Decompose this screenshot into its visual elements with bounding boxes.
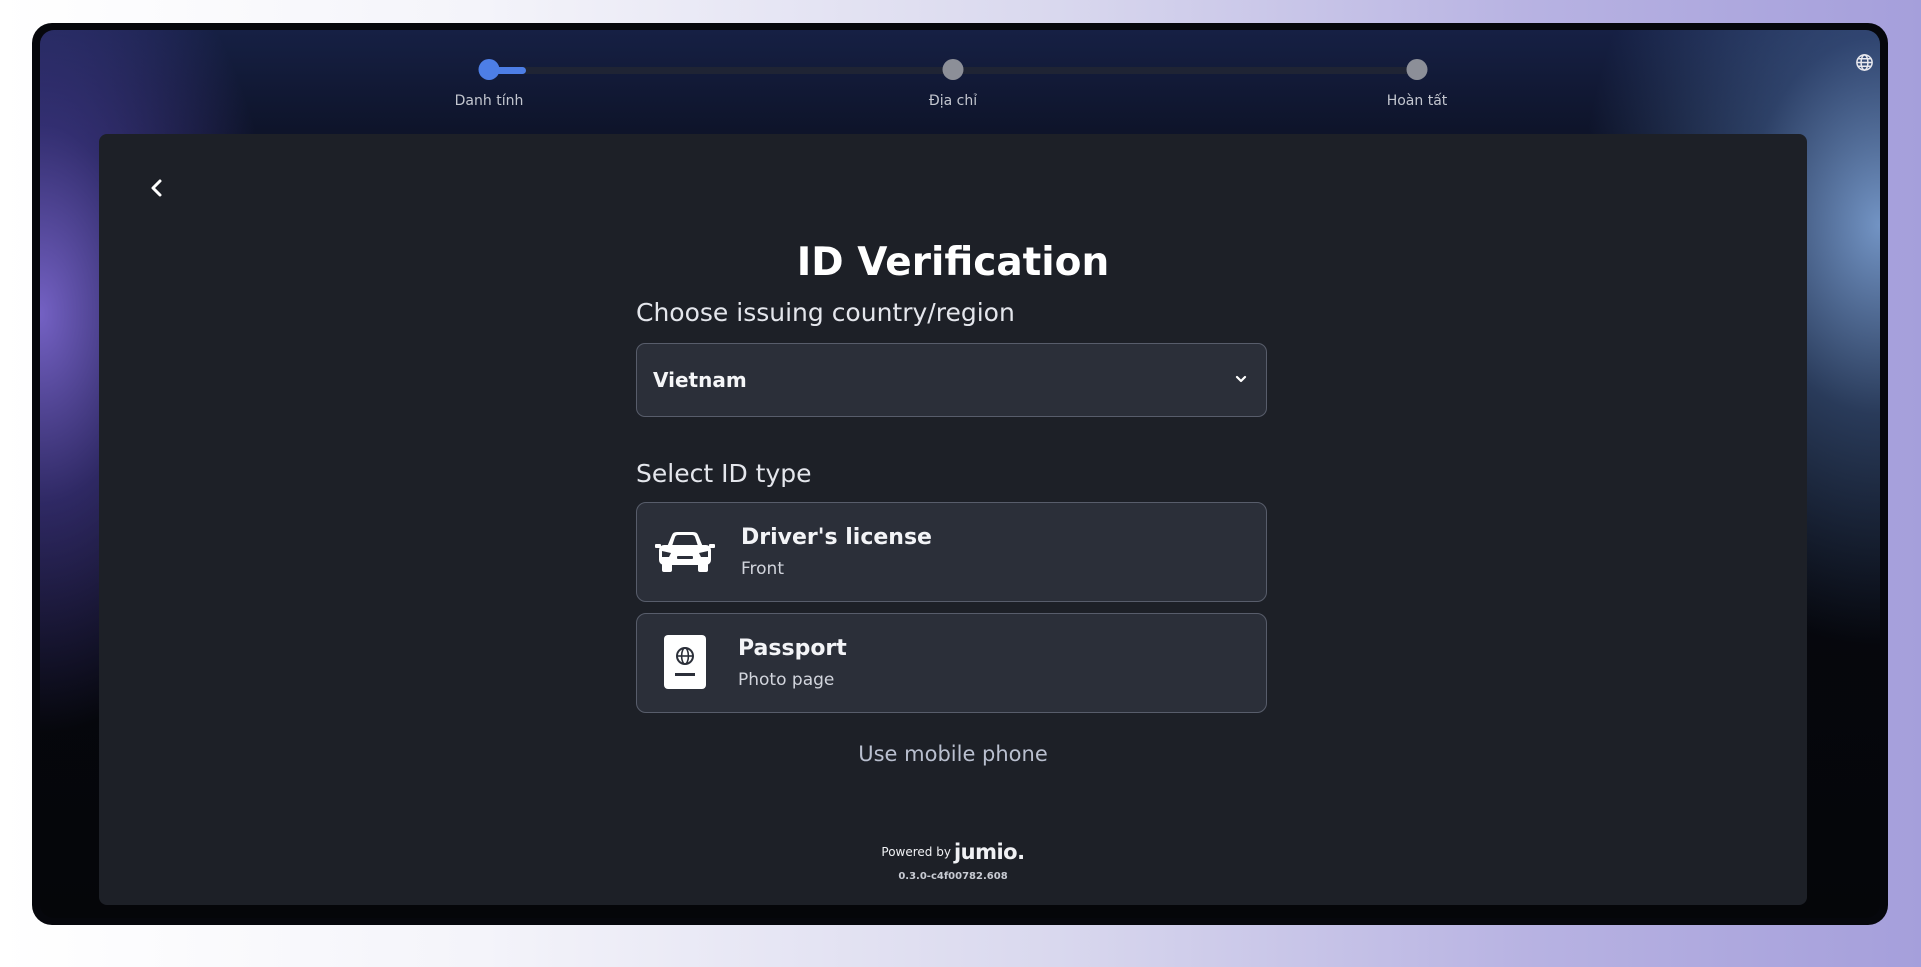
- country-select-value: Vietnam: [653, 368, 747, 392]
- country-label: Choose issuing country/region: [636, 298, 1015, 327]
- globe-icon[interactable]: [1854, 52, 1874, 72]
- step-identity-label: Danh tính: [454, 93, 524, 109]
- screen: Danh tính Địa chỉ Hoàn tất ID Verificati…: [40, 30, 1880, 918]
- drivers-license-title: Driver's license: [741, 525, 932, 550]
- car-icon: [655, 523, 715, 579]
- back-button[interactable]: [143, 174, 171, 202]
- powered-by-text: Powered by: [881, 845, 951, 859]
- step-identity-dot: [478, 59, 500, 80]
- powered-by: Powered by jumio.: [99, 840, 1807, 864]
- id-type-drivers-license[interactable]: Driver's license Front: [636, 502, 1267, 602]
- page-title: ID Verification: [796, 240, 1110, 285]
- drivers-license-subtitle: Front: [741, 559, 784, 579]
- id-type-passport[interactable]: Passport Photo page: [636, 613, 1267, 713]
- step-complete-label: Hoàn tất: [1386, 93, 1448, 109]
- progress-stepper: Danh tính Địa chỉ Hoàn tất: [40, 30, 1880, 140]
- jumio-logo: jumio.: [953, 840, 1025, 864]
- step-address-label: Địa chỉ: [928, 93, 978, 109]
- step-address-dot: [942, 59, 964, 80]
- use-mobile-phone-link[interactable]: Use mobile phone: [99, 742, 1807, 766]
- id-type-label: Select ID type: [636, 459, 812, 488]
- version-label: 0.3.0-c4f00782.608: [898, 871, 1008, 882]
- verification-panel: ID Verification Choose issuing country/r…: [99, 134, 1807, 905]
- step-complete-dot: [1406, 59, 1428, 80]
- app-window: Danh tính Địa chỉ Hoàn tất ID Verificati…: [32, 23, 1888, 925]
- passport-title: Passport: [738, 636, 847, 661]
- chevron-left-icon: [151, 179, 162, 197]
- passport-icon: [655, 634, 715, 690]
- chevron-down-icon: [1235, 375, 1247, 383]
- country-select[interactable]: Vietnam: [636, 343, 1267, 417]
- passport-subtitle: Photo page: [738, 670, 835, 690]
